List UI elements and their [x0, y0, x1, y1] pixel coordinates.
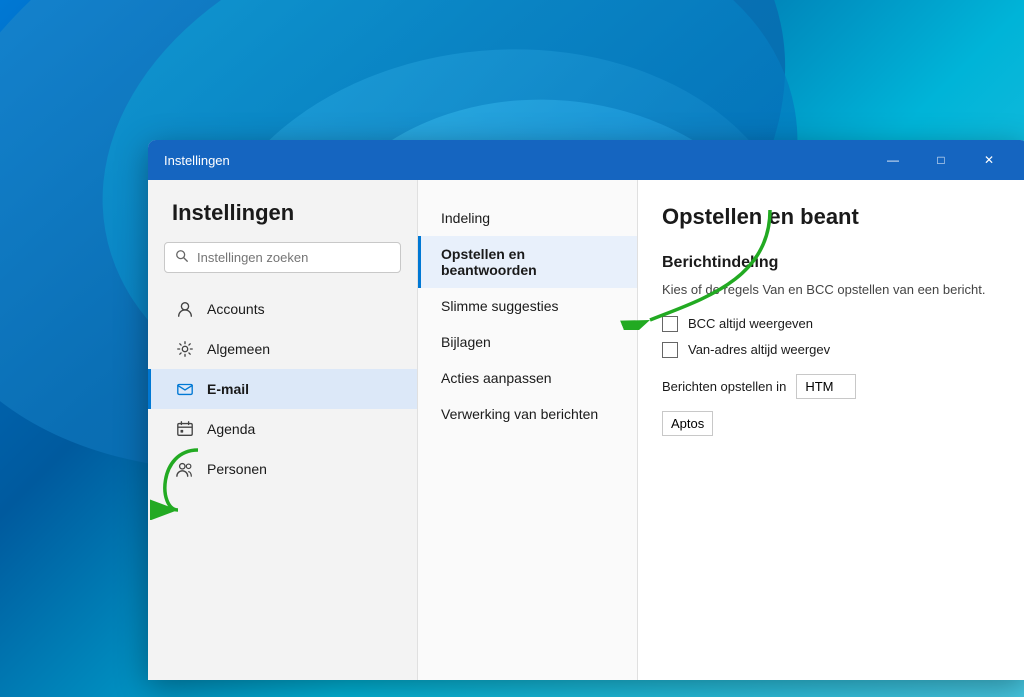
middle-item-acties[interactable]: Acties aanpassen: [418, 360, 637, 396]
sidebar-item-email[interactable]: E-mail: [148, 369, 417, 409]
middle-panel: Indeling Opstellen en beantwoorden Slimm…: [418, 180, 638, 680]
section-desc: Kies of de regels Van en BCC opstellen v…: [662, 280, 1004, 300]
sidebar-item-agenda-label: Agenda: [207, 421, 255, 437]
format-label: Berichten opstellen in: [662, 379, 786, 394]
maximize-button[interactable]: □: [918, 145, 964, 175]
format-row: Berichten opstellen in HTM: [662, 374, 1004, 399]
person-icon: [175, 299, 195, 319]
middle-item-indeling[interactable]: Indeling: [418, 200, 637, 236]
close-button[interactable]: ✕: [966, 145, 1012, 175]
gear-icon: [175, 339, 195, 359]
title-bar-title: Instellingen: [164, 153, 230, 168]
middle-item-suggesties[interactable]: Slimme suggesties: [418, 288, 637, 324]
sidebar-title: Instellingen: [148, 200, 417, 242]
search-box[interactable]: [164, 242, 401, 273]
sidebar: Instellingen: [148, 180, 418, 680]
sidebar-item-algemeen[interactable]: Algemeen: [148, 329, 417, 369]
middle-item-verwerking[interactable]: Verwerking van berichten: [418, 396, 637, 432]
nav-items: Accounts Algemeen: [148, 289, 417, 489]
calendar-icon: [175, 419, 195, 439]
title-bar: Instellingen — □ ✕: [148, 140, 1024, 180]
section-title: Berichtindeling: [662, 254, 1004, 272]
sidebar-item-agenda[interactable]: Agenda: [148, 409, 417, 449]
minimize-button[interactable]: —: [870, 145, 916, 175]
middle-item-opstellen[interactable]: Opstellen en beantwoorden: [418, 236, 637, 288]
sidebar-item-accounts[interactable]: Accounts: [148, 289, 417, 329]
sidebar-item-email-label: E-mail: [207, 381, 249, 397]
settings-window: Instellingen — □ ✕ Instellingen: [148, 140, 1024, 680]
sidebar-item-algemeen-label: Algemeen: [207, 341, 270, 357]
right-panel: Opstellen en beant Berichtindeling Kies …: [638, 180, 1024, 680]
search-input[interactable]: [197, 250, 390, 265]
content-area: Instellingen: [148, 180, 1024, 680]
email-icon: [175, 379, 195, 399]
right-panel-title: Opstellen en beant: [662, 204, 1004, 230]
format-input[interactable]: HTM: [796, 374, 856, 399]
checkbox-row-van: Van-adres altijd weergev: [662, 342, 1004, 358]
checkbox-row-bcc: BCC altijd weergeven: [662, 316, 1004, 332]
sidebar-item-personen[interactable]: Personen: [148, 449, 417, 489]
bcc-checkbox[interactable]: [662, 316, 678, 332]
people-icon: [175, 459, 195, 479]
sidebar-item-accounts-label: Accounts: [207, 301, 265, 317]
middle-item-bijlagen[interactable]: Bijlagen: [418, 324, 637, 360]
van-label: Van-adres altijd weergev: [688, 342, 830, 357]
sidebar-item-personen-label: Personen: [207, 461, 267, 477]
bcc-label: BCC altijd weergeven: [688, 316, 813, 331]
search-icon: [175, 249, 189, 266]
van-checkbox[interactable]: [662, 342, 678, 358]
window-controls: — □ ✕: [870, 145, 1012, 175]
font-input[interactable]: Aptos: [662, 411, 713, 436]
